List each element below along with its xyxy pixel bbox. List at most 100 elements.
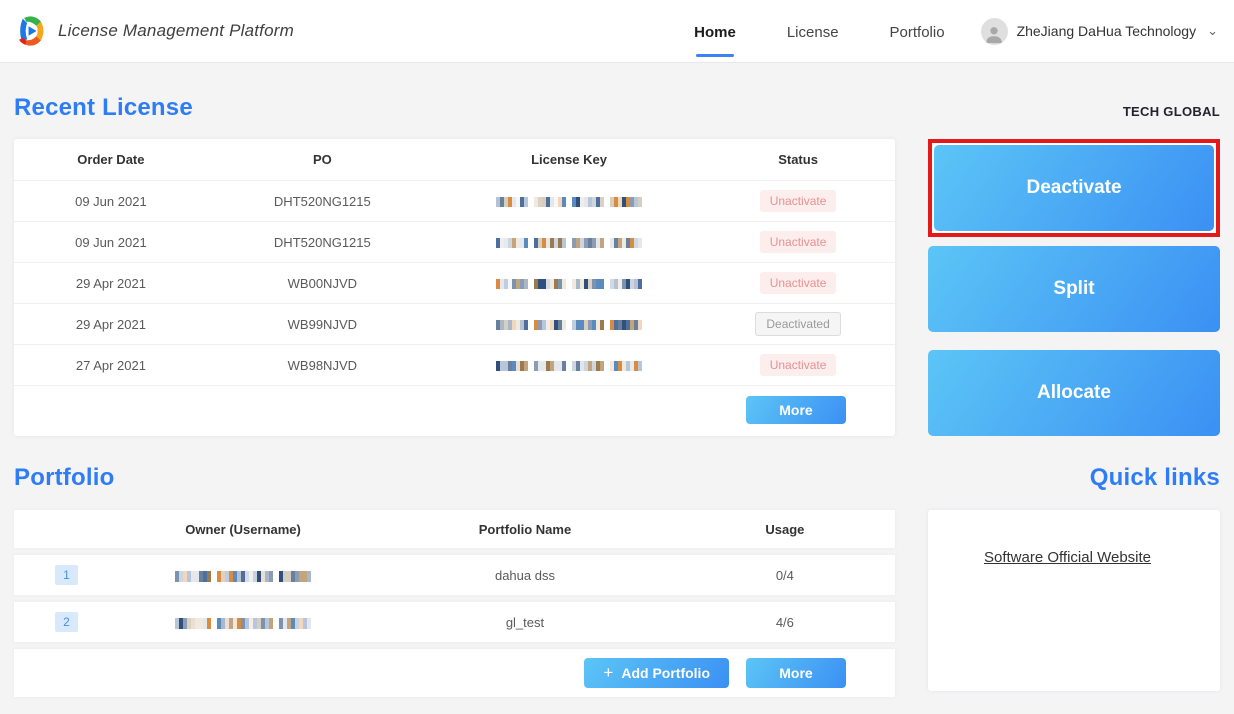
license-table-row: 29 Apr 2021 WB00NJVD Unactivate [14, 262, 895, 303]
pixel [638, 279, 642, 290]
pixel [638, 238, 642, 249]
usage-cell: 0/4 [775, 567, 794, 583]
redacted-license-key [496, 361, 642, 372]
split-button[interactable]: Split [928, 246, 1220, 332]
pixel [508, 279, 512, 290]
status-badge: Unactivate [759, 231, 837, 253]
portfolio-table-row: 2 gl_test 4/6 [14, 602, 895, 642]
pixel-group [534, 238, 566, 249]
pixel [600, 279, 604, 290]
pixel [618, 279, 622, 290]
pixel-group [217, 570, 274, 582]
nav-item-home[interactable]: Home [692, 3, 738, 59]
pixel [207, 570, 212, 582]
pixel [516, 361, 520, 372]
portfolio-table: Owner (Username) Portfolio Name Usage 1 d… [14, 510, 895, 697]
redacted-license-key [496, 197, 642, 208]
row-index-badge: 1 [55, 565, 78, 585]
pixel-group [217, 617, 274, 629]
pixel [496, 197, 500, 208]
pixel [225, 617, 230, 629]
pixel [307, 570, 312, 582]
license-key-cell [437, 317, 701, 332]
pixel [524, 279, 528, 290]
pixel [638, 320, 642, 331]
pixel [634, 238, 638, 249]
order-date-cell: 27 Apr 2021 [75, 357, 146, 373]
order-date-cell: 09 Jun 2021 [75, 234, 147, 250]
pixel [600, 197, 604, 208]
license-table-header: Order Date PO License Key Status [14, 139, 895, 180]
usage-cell: 4/6 [775, 614, 794, 630]
order-date-cell: 29 Apr 2021 [75, 275, 146, 291]
pixel [183, 570, 188, 582]
pixel [516, 197, 520, 208]
pixel [600, 238, 604, 249]
main-nav: Home License Portfolio [692, 3, 946, 59]
pixel-group [175, 617, 212, 629]
pixel-group [279, 617, 312, 629]
status-badge: Unactivate [759, 190, 837, 212]
row-index-cell: 1 [14, 565, 111, 585]
po-cell: DHT520NG1215 [273, 193, 371, 209]
pixel-group [534, 197, 566, 208]
pixel [225, 570, 230, 582]
license-more-button[interactable]: More [746, 395, 846, 424]
status-cell: Unactivate [701, 354, 895, 376]
pixel-group [572, 279, 604, 290]
po-cell: WB00NJVD [287, 275, 358, 291]
pixel [630, 361, 634, 372]
allocate-button[interactable]: Allocate [928, 350, 1220, 436]
pixel-group [572, 197, 604, 208]
chevron-down-icon: ⌄ [1207, 23, 1218, 38]
pixel-group [496, 197, 528, 208]
nav-item-portfolio[interactable]: Portfolio [888, 3, 947, 59]
nav-item-license[interactable]: License [785, 3, 841, 59]
pixel [261, 570, 266, 582]
pixel [572, 320, 576, 331]
pixel-group [279, 570, 312, 582]
status-cell: Unactivate [701, 272, 895, 294]
license-table-footer: More [14, 385, 895, 433]
pixel [558, 197, 562, 208]
column-header: Usage [765, 521, 805, 537]
pixel-group [572, 361, 604, 372]
po-cell: WB98NJVD [287, 357, 358, 373]
user-menu[interactable]: ZheJiang DaHua Technology ⌄ [980, 17, 1218, 45]
pixel-group [534, 320, 566, 331]
pixel-group [572, 238, 604, 249]
license-table-row: 09 Jun 2021 DHT520NG1215 Unactivate [14, 180, 895, 221]
pixel [524, 320, 528, 331]
license-key-cell [437, 358, 701, 373]
add-portfolio-button[interactable]: + Add Portfolio [584, 658, 729, 688]
app-title: License Management Platform [58, 21, 294, 40]
po-cell: DHT520NG1215 [273, 234, 371, 250]
portfolio-more-button[interactable]: More [746, 658, 846, 688]
pixel-group [534, 361, 566, 372]
portfolio-name-cell: dahua dss [494, 567, 555, 583]
license-key-cell [437, 235, 701, 250]
pixel [550, 320, 554, 331]
pixel [562, 197, 566, 208]
avatar-icon [980, 17, 1008, 45]
pixel [299, 617, 304, 629]
pixel-group [496, 320, 528, 331]
pixel [520, 320, 524, 331]
deactivate-button[interactable]: Deactivate [934, 145, 1214, 231]
pixel [524, 197, 528, 208]
pixel-group [610, 197, 642, 208]
highlight-annotation: Deactivate [928, 139, 1220, 237]
software-official-website-link[interactable]: Software Official Website [984, 549, 1151, 566]
owner-cell [111, 615, 375, 630]
license-key-cell [437, 276, 701, 291]
redacted-owner-username [175, 617, 312, 629]
license-table-row: 27 Apr 2021 WB98NJVD Unactivate [14, 344, 895, 385]
order-date-cell: 09 Jun 2021 [75, 193, 147, 209]
status-badge: Deactivated [755, 312, 841, 336]
pixel [638, 197, 642, 208]
pixel-group [572, 320, 604, 331]
order-date-cell: 29 Apr 2021 [75, 316, 146, 332]
license-table-row: 09 Jun 2021 DHT520NG1215 Unactivate [14, 221, 895, 262]
portfolio-table-row: 1 dahua dss 0/4 [14, 555, 895, 595]
pixel [538, 197, 542, 208]
